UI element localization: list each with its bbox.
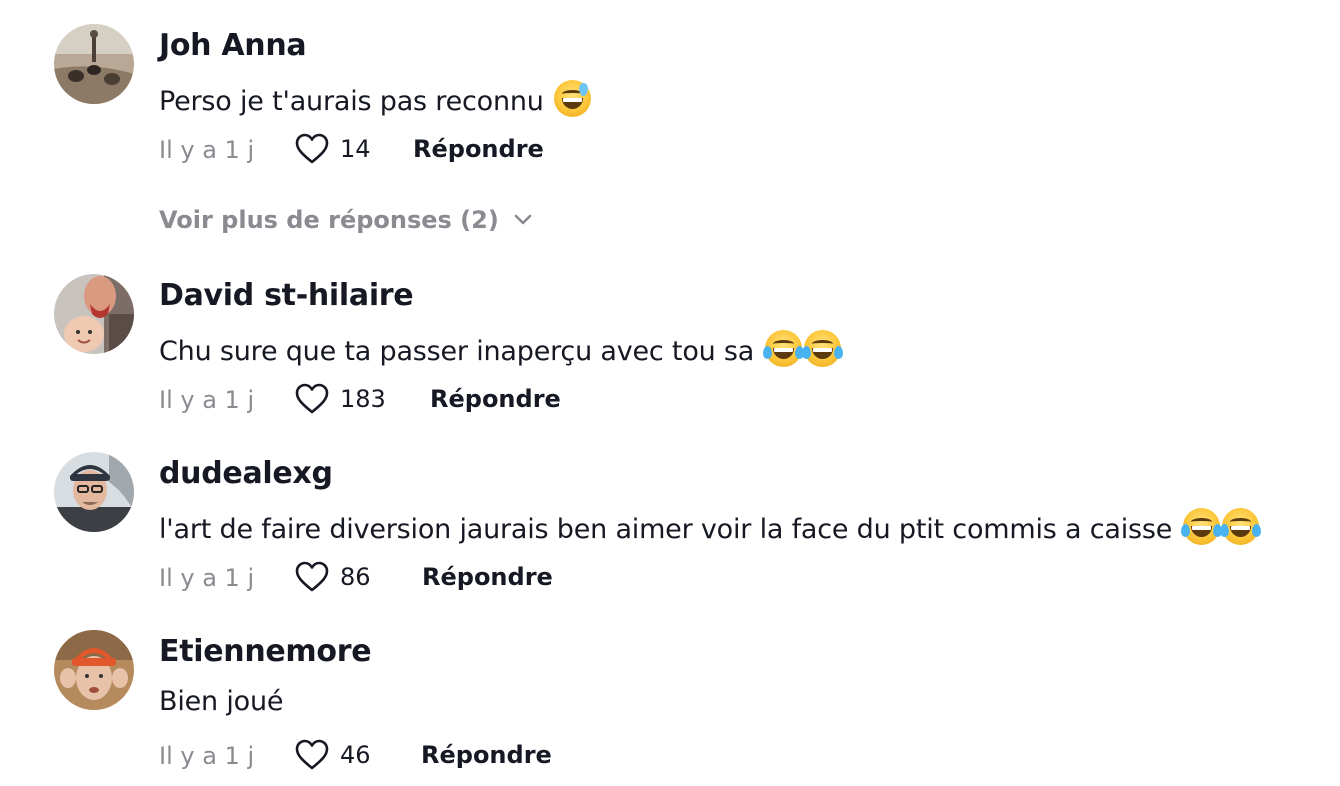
comment-text-body: Bien joué (159, 686, 284, 717)
comment-text-body: Chu sure que ta passer inaperçu avec tou… (159, 336, 755, 367)
avatar-man-cap-photo-icon (54, 452, 134, 532)
joy-emoji-icon (1180, 508, 1222, 545)
sweat-smile-emoji-icon (554, 80, 592, 117)
avatar-man-orange-hat-photo-icon (54, 630, 134, 710)
comment-time: Il y a 1 j (159, 564, 255, 592)
reply-button[interactable]: Répondre (422, 563, 553, 591)
comment-time: Il y a 1 j (159, 742, 255, 770)
comment-text: Bien joué (159, 686, 283, 717)
comment-text: l'art de faire diversion jaurais ben aim… (159, 508, 1261, 545)
avatar[interactable] (54, 274, 134, 354)
avatar[interactable] (54, 24, 134, 104)
avatar-dogs-photo-icon (54, 24, 134, 104)
heart-icon[interactable] (294, 739, 330, 771)
joy-emoji-icon (1219, 508, 1261, 545)
chevron-down-icon (514, 214, 532, 225)
view-more-replies-label: Voir plus de réponses (2) (159, 206, 499, 234)
heart-icon[interactable] (294, 561, 330, 593)
comment-time: Il y a 1 j (159, 386, 255, 414)
heart-icon[interactable] (294, 133, 330, 165)
like-count: 46 (340, 741, 371, 769)
username[interactable]: Etiennemore (159, 634, 372, 669)
comment-text: Chu sure que ta passer inaperçu avec tou… (159, 330, 843, 367)
comment-time: Il y a 1 j (159, 136, 255, 164)
comment-text: Perso je t'aurais pas reconnu (159, 80, 592, 117)
comment-text-body: Perso je t'aurais pas reconnu (159, 86, 544, 117)
reply-button[interactable]: Répondre (430, 385, 561, 413)
avatar[interactable] (54, 630, 134, 710)
heart-icon[interactable] (294, 383, 330, 415)
username[interactable]: Joh Anna (159, 28, 307, 63)
avatar[interactable] (54, 452, 134, 532)
like-count: 14 (340, 135, 371, 163)
avatar-father-baby-photo-icon (54, 274, 134, 354)
reply-button[interactable]: Répondre (413, 135, 544, 163)
joy-emoji-icon (801, 330, 843, 367)
username[interactable]: David st-hilaire (159, 278, 414, 313)
reply-button[interactable]: Répondre (421, 741, 552, 769)
like-count: 183 (340, 385, 386, 413)
comment-text-body: l'art de faire diversion jaurais ben aim… (159, 514, 1173, 545)
joy-emoji-icon (762, 330, 804, 367)
view-more-replies-button[interactable]: Voir plus de réponses (2) (159, 206, 533, 234)
username[interactable]: dudealexg (159, 456, 333, 491)
like-count: 86 (340, 563, 371, 591)
